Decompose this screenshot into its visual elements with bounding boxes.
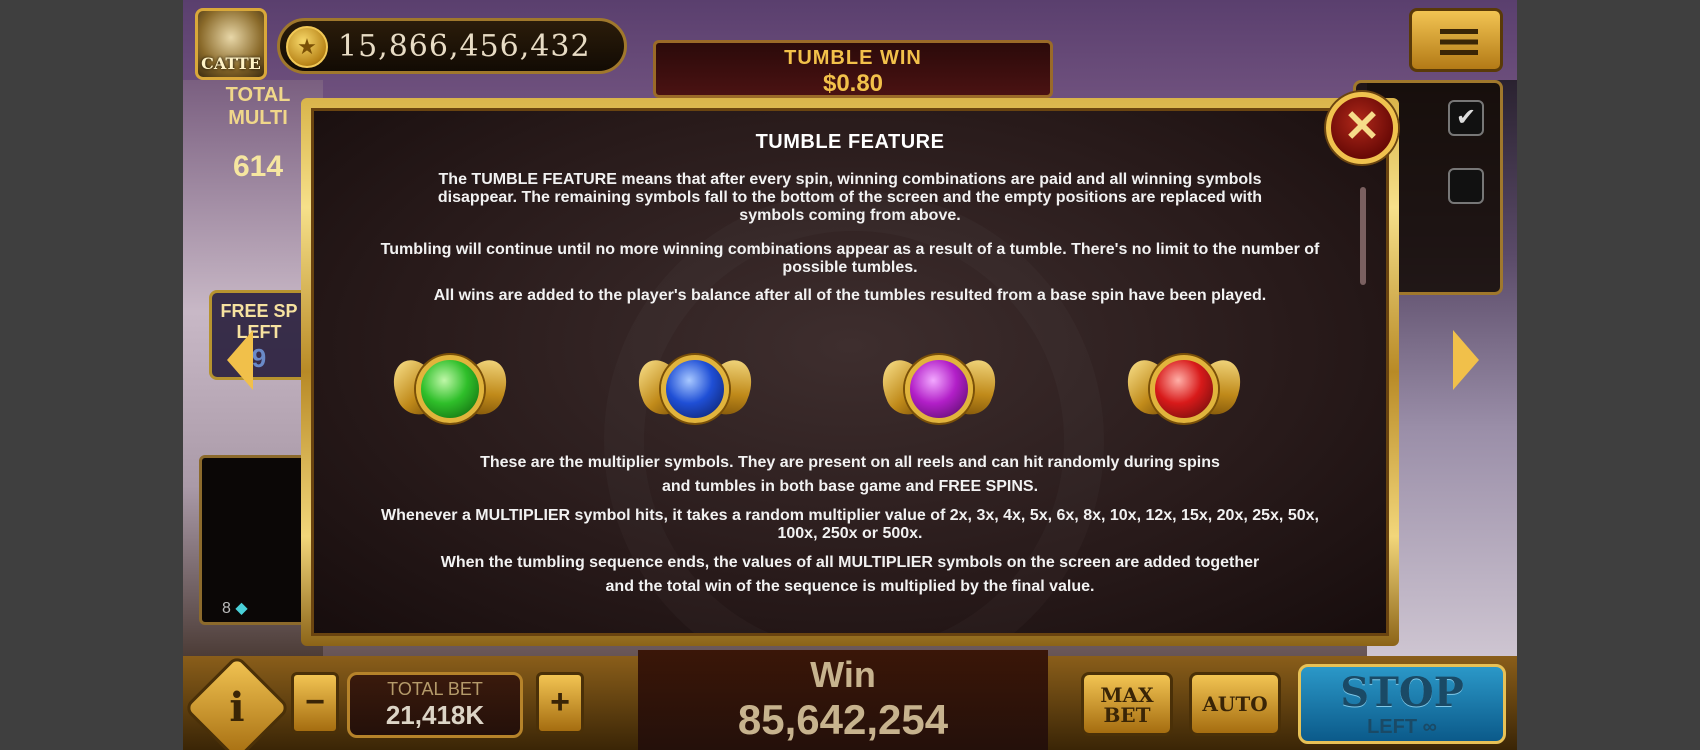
orb-ball	[1150, 355, 1218, 423]
blue-multiplier-orb	[629, 351, 761, 427]
green-multiplier-orb	[384, 351, 516, 427]
paytable-panel: TUMBLE FEATURE The TUMBLE FEATURE means …	[311, 108, 1389, 636]
red-multiplier-orb	[1118, 351, 1250, 427]
orb-ball	[416, 355, 484, 423]
paytable-overlay: TUMBLE FEATURE The TUMBLE FEATURE means …	[0, 0, 1700, 750]
panel-title: TUMBLE FEATURE	[755, 131, 945, 153]
tumble-description-3: All wins are added to the player's balan…	[433, 287, 1267, 304]
multiplier-description-2: Whenever a MULTIPLIER symbol hits, it ta…	[381, 507, 1319, 542]
orb-ball	[905, 355, 973, 423]
multiplier-description-3: When the tumbling sequence ends, the val…	[440, 554, 1260, 595]
purple-multiplier-orb	[873, 351, 1005, 427]
tumble-description-1: The TUMBLE FEATURE means that after ever…	[437, 171, 1263, 224]
orb-ball	[661, 355, 729, 423]
close-x-icon: ✕	[1343, 102, 1381, 151]
paytable-frame: TUMBLE FEATURE The TUMBLE FEATURE means …	[301, 98, 1399, 646]
multiplier-description-1: These are the multiplier symbols. They a…	[480, 454, 1220, 495]
close-button[interactable]: ✕	[1326, 92, 1398, 164]
tumble-description-2: Tumbling will continue until no more win…	[380, 241, 1320, 276]
panel-scrollbar[interactable]	[1360, 187, 1366, 285]
